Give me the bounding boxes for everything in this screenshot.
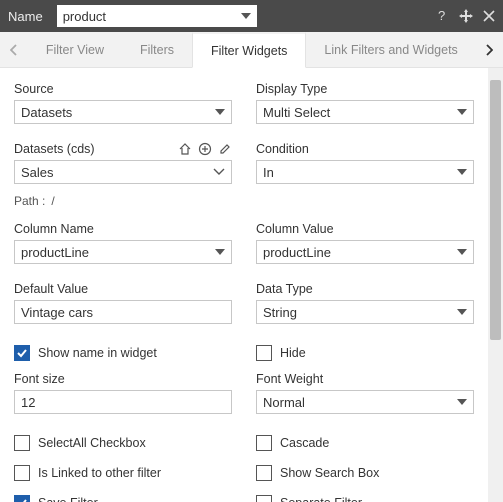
separate-filter-label: Separate Filter [280,496,362,502]
path-label: Path : [14,194,45,208]
tab-link-filters[interactable]: Link Filters and Widgets [306,32,475,67]
select-all-checkbox[interactable] [14,435,30,451]
name-label: Name [8,9,43,24]
name-input[interactable] [57,5,257,27]
display-type-label: Display Type [256,78,474,100]
tab-label: Filter Widgets [211,44,287,58]
datasets-label: Datasets (cds) [14,142,95,156]
tab-label: Filter View [46,43,104,57]
save-filter-checkbox[interactable] [14,495,30,502]
edit-icon[interactable] [218,142,232,156]
separate-filter-checkbox[interactable] [256,495,272,502]
font-size-label: Font size [14,368,232,390]
tab-filter-view[interactable]: Filter View [28,32,122,67]
name-input-wrap[interactable] [57,5,257,27]
datasets-value: Sales [21,165,213,180]
chevron-down-icon [213,168,225,176]
column-value-label: Column Value [256,218,474,240]
linked-label: Is Linked to other filter [38,466,161,480]
column-value-value: productLine [263,245,457,260]
tab-filter-widgets[interactable]: Filter Widgets [192,32,306,68]
chevron-down-icon [457,309,467,315]
font-weight-label: Font Weight [256,368,474,390]
tabs-next-button[interactable] [475,32,503,67]
chevron-down-icon [457,399,467,405]
linked-checkbox[interactable] [14,465,30,481]
default-value-label: Default Value [14,278,232,300]
search-box-checkbox[interactable] [256,465,272,481]
show-name-checkbox[interactable] [14,345,30,361]
default-value-input[interactable] [14,300,232,324]
chevron-down-icon [215,109,225,115]
chevron-down-icon [457,109,467,115]
save-filter-label: Save Filter [38,496,98,502]
cascade-checkbox[interactable] [256,435,272,451]
column-value-dropdown[interactable]: productLine [256,240,474,264]
column-name-value: productLine [21,245,215,260]
column-name-dropdown[interactable]: productLine [14,240,232,264]
hide-checkbox[interactable] [256,345,272,361]
select-all-label: SelectAll Checkbox [38,436,146,450]
display-type-value: Multi Select [263,105,457,120]
condition-dropdown[interactable]: In [256,160,474,184]
data-type-dropdown[interactable]: String [256,300,474,324]
source-label: Source [14,78,232,100]
font-weight-value: Normal [263,395,457,410]
tab-label: Link Filters and Widgets [324,43,457,57]
chevron-down-icon [215,249,225,255]
help-icon[interactable]: ? [435,9,449,23]
chevron-down-icon [457,169,467,175]
source-dropdown[interactable]: Datasets [14,100,232,124]
home-icon[interactable] [178,142,192,156]
display-type-dropdown[interactable]: Multi Select [256,100,474,124]
source-value: Datasets [21,105,215,120]
search-box-label: Show Search Box [280,466,379,480]
data-type-value: String [263,305,457,320]
tab-filters[interactable]: Filters [122,32,192,67]
close-icon[interactable] [483,10,495,22]
svg-text:?: ? [438,9,445,23]
move-icon[interactable] [459,9,473,23]
vertical-scrollbar[interactable] [488,68,503,502]
condition-label: Condition [256,138,474,160]
tab-label: Filters [140,43,174,57]
font-size-input[interactable] [14,390,232,414]
show-name-label: Show name in widget [38,346,157,360]
add-icon[interactable] [198,142,212,156]
chevron-down-icon [457,249,467,255]
hide-label: Hide [280,346,306,360]
scrollbar-thumb[interactable] [490,80,501,340]
cascade-label: Cascade [280,436,329,450]
font-weight-dropdown[interactable]: Normal [256,390,474,414]
column-name-label: Column Name [14,218,232,240]
data-type-label: Data Type [256,278,474,300]
path-value: / [51,194,54,208]
tabs-prev-button[interactable] [0,32,28,67]
condition-value: In [263,165,457,180]
datasets-dropdown[interactable]: Sales [14,160,232,184]
